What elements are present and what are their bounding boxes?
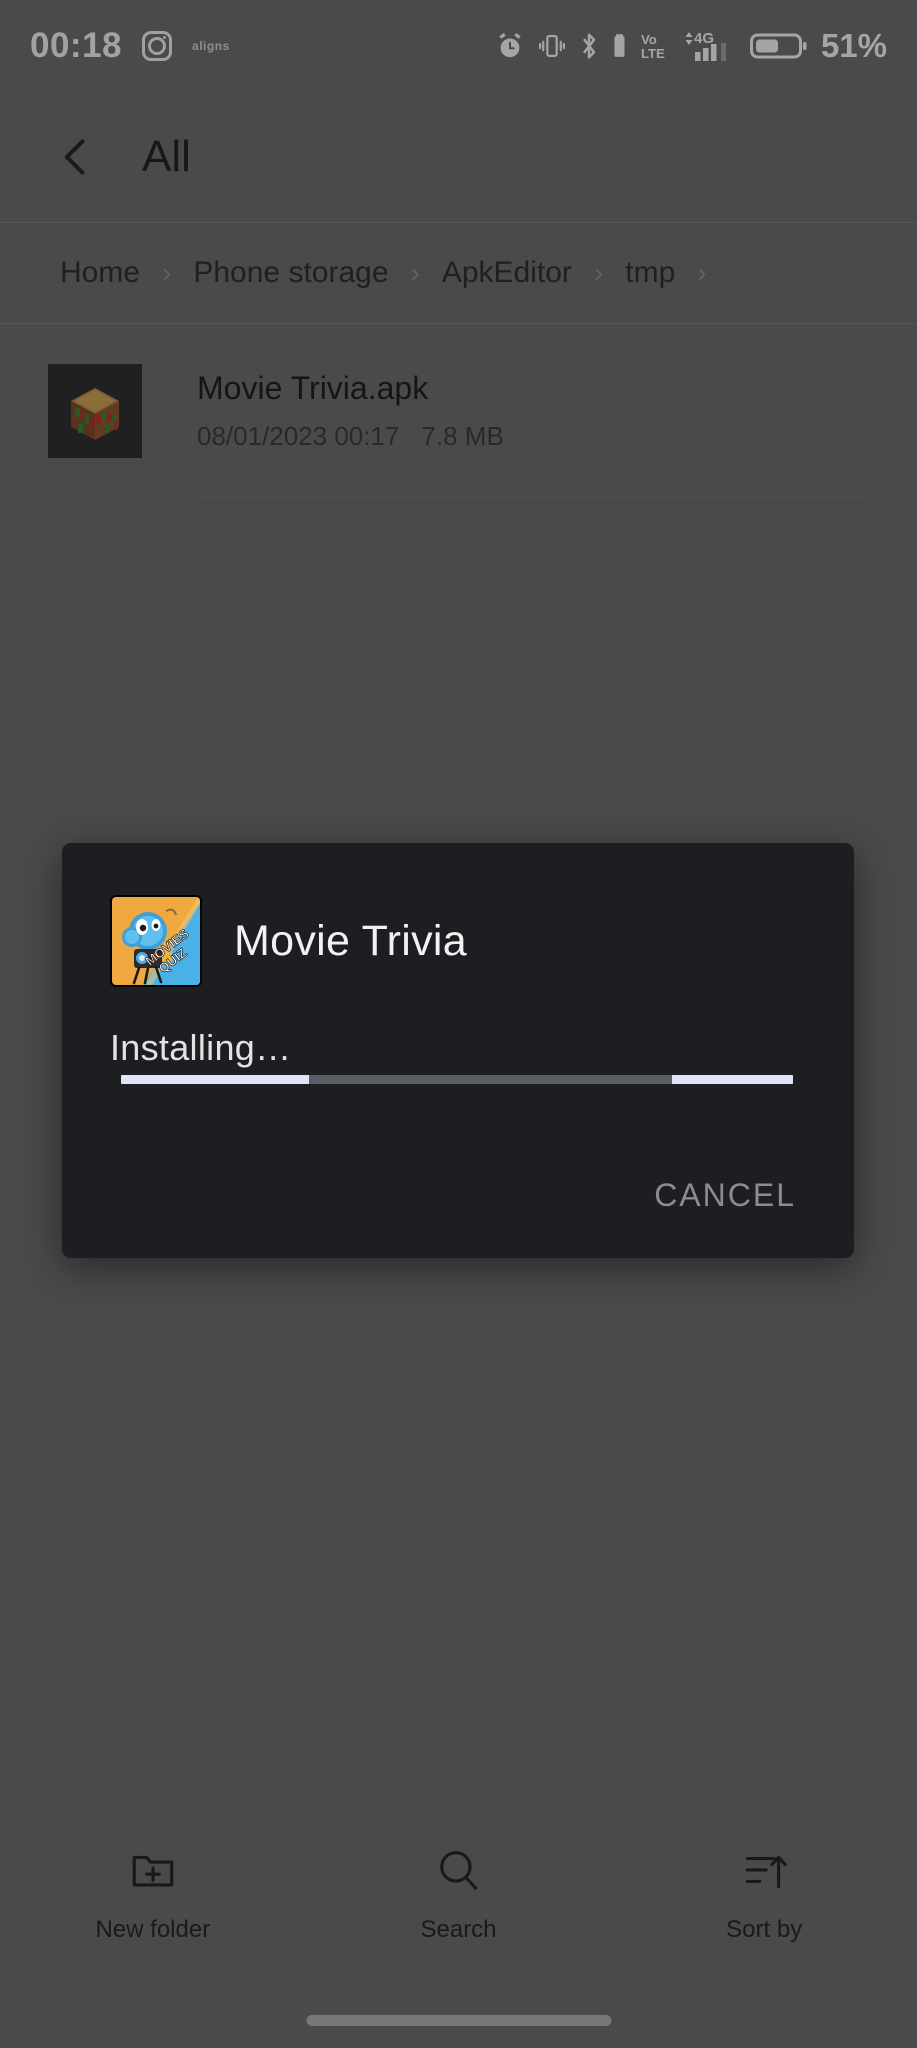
progress-bar-container (121, 1075, 793, 1084)
dialog-actions: CANCEL (644, 1163, 806, 1228)
progress-segment (121, 1075, 310, 1084)
cancel-button[interactable]: CANCEL (644, 1163, 806, 1228)
install-progress-bar (121, 1075, 793, 1084)
progress-segment (672, 1075, 793, 1084)
movies-quiz-app-icon-glyph: MOVIES QUIZ (112, 897, 200, 985)
dialog-title: Movie Trivia (234, 916, 467, 965)
movies-quiz-app-icon: MOVIES QUIZ (110, 895, 202, 987)
dialog-status-text: Installing… (110, 1027, 292, 1068)
dialog-header: MOVIES QUIZ Movie Trivia (110, 895, 806, 987)
install-progress-dialog: MOVIES QUIZ Movie Trivia Installing… CAN… (62, 843, 854, 1258)
